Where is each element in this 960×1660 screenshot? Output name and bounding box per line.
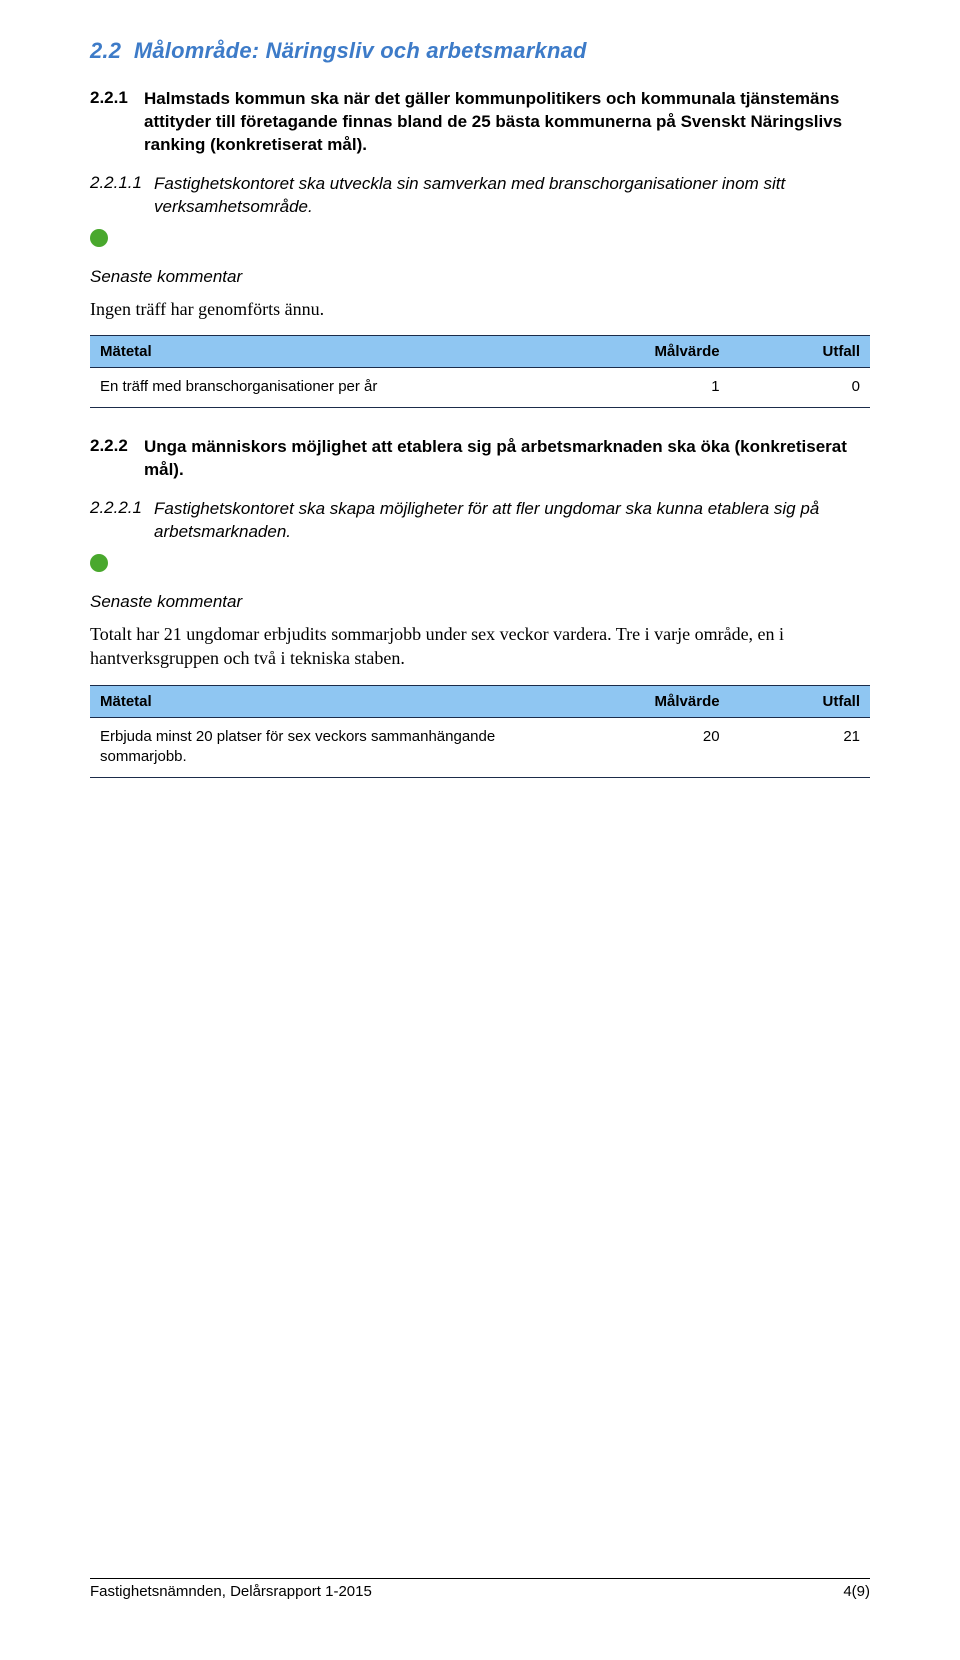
latest-comment-body: Totalt har 21 ungdomar erbjudits sommarj… [90,622,870,671]
heading-2-2-2-1: 2.2.2.1 Fastighetskontoret ska skapa möj… [90,498,870,544]
th-target: Målvärde [589,335,729,367]
status-dot-green [90,554,108,572]
heading-2-2-number: 2.2 [90,38,121,63]
heading-2-2-1-1: 2.2.1.1 Fastighetskontoret ska utveckla … [90,173,870,219]
metrics-table-2-2-1-1: Mätetal Målvärde Utfall En träff med bra… [90,335,870,408]
td-outcome: 21 [730,717,870,778]
footer-right: 4(9) [843,1583,870,1600]
metrics-table-2-2-2-1: Mätetal Målvärde Utfall Erbjuda minst 20… [90,685,870,779]
td-metric: En träff med branschorganisationer per å… [90,367,589,407]
heading-2-2-1-1-text: Fastighetskontoret ska utveckla sin samv… [154,173,870,219]
table-header-row: Mätetal Målvärde Utfall [90,335,870,367]
heading-2-2-1: 2.2.1 Halmstads kommun ska när det gälle… [90,88,870,157]
td-outcome: 0 [730,367,870,407]
th-metric: Mätetal [90,685,589,717]
th-metric: Mätetal [90,335,589,367]
td-metric: Erbjuda minst 20 platser för sex veckors… [90,717,589,778]
th-target: Målvärde [589,685,729,717]
status-dot-green [90,229,108,247]
td-target: 1 [589,367,729,407]
heading-2-2-2: 2.2.2 Unga människors möjlighet att etab… [90,436,870,482]
td-target: 20 [589,717,729,778]
heading-2-2-2-text: Unga människors möjlighet att etablera s… [144,436,870,482]
heading-2-2-1-1-number: 2.2.1.1 [90,173,154,219]
table-header-row: Mätetal Målvärde Utfall [90,685,870,717]
heading-2-2-suffix: Näringsliv och arbetsmarknad [266,38,587,63]
latest-comment-label: Senaste kommentar [90,592,870,612]
latest-comment-label: Senaste kommentar [90,267,870,287]
heading-2-2-2-number: 2.2.2 [90,436,144,482]
th-outcome: Utfall [730,335,870,367]
page-footer: Fastighetsnämnden, Delårsrapport 1-2015 … [90,1578,870,1600]
heading-2-2-1-text: Halmstads kommun ska när det gäller komm… [144,88,870,157]
table-row: Erbjuda minst 20 platser för sex veckors… [90,717,870,778]
table-row: En träff med branschorganisationer per å… [90,367,870,407]
heading-2-2-2-1-number: 2.2.2.1 [90,498,154,544]
page: 2.2 Målområde: Näringsliv och arbetsmark… [0,0,960,1660]
heading-2-2-1-number: 2.2.1 [90,88,144,157]
th-outcome: Utfall [730,685,870,717]
latest-comment-body: Ingen träff har genomförts ännu. [90,297,870,321]
footer-left: Fastighetsnämnden, Delårsrapport 1-2015 [90,1583,372,1600]
heading-2-2: 2.2 Målområde: Näringsliv och arbetsmark… [90,38,870,64]
heading-2-2-prefix: Målområde: [134,38,259,63]
heading-2-2-2-1-text: Fastighetskontoret ska skapa möjligheter… [154,498,870,544]
